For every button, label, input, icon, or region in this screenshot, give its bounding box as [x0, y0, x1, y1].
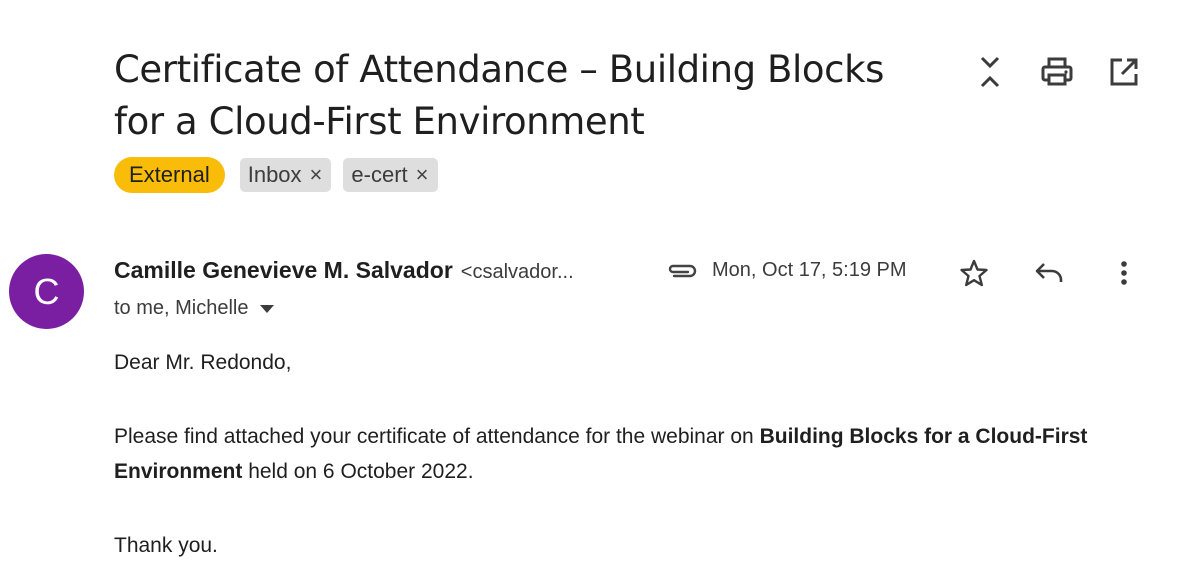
email-date: Mon, Oct 17, 5:19 PM [712, 259, 907, 281]
star-icon[interactable] [954, 253, 994, 293]
reply-icon[interactable] [1029, 253, 1069, 293]
label-chips: External Inbox × e-cert × [114, 157, 450, 193]
email-body: Dear Mr. Redondo, Please find attached y… [114, 345, 1124, 563]
body-text: Please find attached your certificate of… [114, 425, 760, 448]
more-vert-icon[interactable] [1104, 253, 1144, 293]
external-badge: External [114, 157, 225, 193]
label-chip-text: Inbox [247, 162, 302, 187]
body-text-end: held on 6 October 2022. [242, 460, 474, 483]
closing: Thank you. [114, 534, 218, 557]
body-paragraph: Please find attached your certificate of… [114, 419, 1124, 489]
sender-info: Camille Genevieve M. Salvador <csalvador… [114, 257, 574, 289]
email-subject: Certificate of Attendance – Building Blo… [114, 48, 885, 143]
chevron-down-icon[interactable] [259, 297, 275, 320]
sender-name[interactable]: Camille Genevieve M. Salvador [114, 257, 453, 284]
recipients-text: to me, Michelle [114, 297, 249, 319]
sender-avatar[interactable]: C [9, 254, 84, 329]
open-new-window-icon[interactable] [1104, 52, 1144, 92]
label-chip-inbox[interactable]: Inbox × [239, 158, 332, 192]
remove-label-icon[interactable]: × [310, 162, 323, 188]
sender-email: <csalvador... [460, 261, 574, 283]
label-chip-ecert[interactable]: e-cert × [343, 158, 438, 192]
attachment-icon [664, 258, 698, 287]
greeting: Dear Mr. Redondo, [114, 351, 292, 374]
collapse-icon[interactable] [970, 52, 1010, 92]
label-chip-text: e-cert [351, 162, 408, 187]
recipients: to me, Michelle [114, 297, 275, 320]
email-view: Certificate of Attendance – Building Blo… [0, 0, 1177, 587]
print-icon[interactable] [1037, 52, 1077, 92]
remove-label-icon[interactable]: × [416, 162, 429, 188]
